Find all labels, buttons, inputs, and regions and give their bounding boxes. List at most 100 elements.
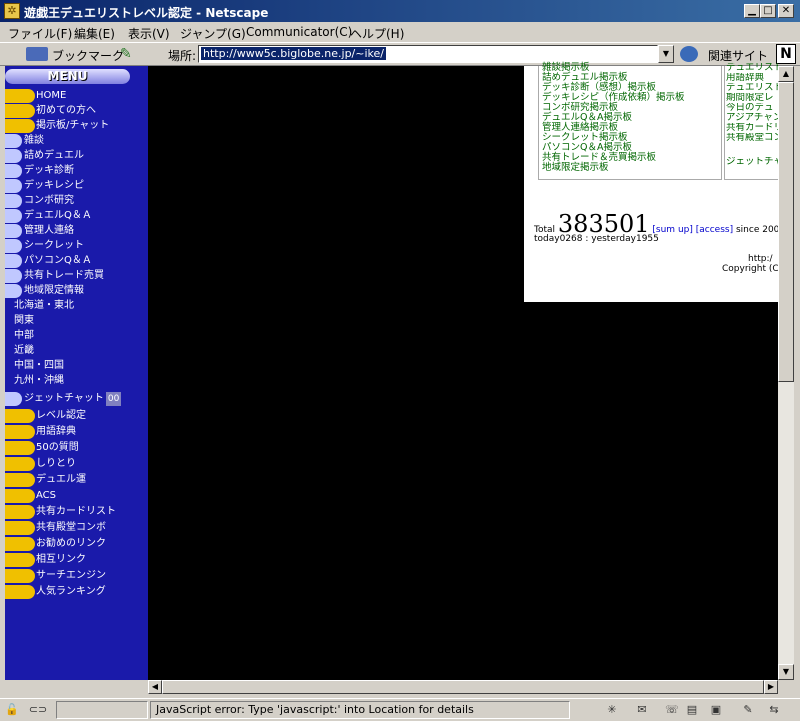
sidebar-item[interactable]: 人気ランキング	[36, 585, 106, 599]
right-link[interactable]: デュエリスト	[726, 83, 778, 93]
right-link[interactable]: ジェットチャッ	[726, 157, 778, 167]
mail-icon[interactable]: ✉	[634, 703, 650, 717]
menu-tab-sub-icon	[5, 224, 22, 238]
sidebar-item[interactable]: 近畿	[14, 344, 34, 358]
status-message: JavaScript error: Type 'javascript:' int…	[156, 703, 474, 716]
sidebar-item[interactable]: 相互リンク	[36, 553, 86, 567]
sidebar-item[interactable]: 共有殿堂コンボ	[36, 521, 106, 535]
menu-go[interactable]: ジャンプ(G)	[180, 25, 246, 42]
scroll-left-button[interactable]: ◀	[148, 680, 162, 694]
sidebar-item[interactable]: 中部	[14, 329, 34, 343]
sidebar-item[interactable]: シークレット	[24, 239, 84, 253]
sidebar-item[interactable]: 管理人連絡	[24, 224, 74, 238]
sidebar-item[interactable]: 中国・四国	[14, 359, 64, 373]
menu-edit[interactable]: 編集(E)	[74, 25, 115, 42]
sidebar-item[interactable]: 地域限定情報	[24, 284, 84, 298]
scroll-up-button[interactable]: ▲	[778, 66, 794, 82]
sidebar-item[interactable]: デュエルQ＆Ａ	[24, 209, 92, 223]
security-lock-icon[interactable]: 🔓	[4, 703, 20, 717]
page-proxy-icon[interactable]: ✎	[120, 46, 134, 62]
sidebar-item[interactable]: 雑談	[24, 134, 44, 148]
bookmarks-button[interactable]: ブックマーク	[52, 47, 124, 64]
sidebar-item[interactable]: レベル認定	[36, 409, 86, 423]
location-dropdown-button[interactable]: ▼	[658, 45, 674, 63]
menu-tab-main-icon	[5, 553, 35, 567]
menu-tab-main-icon	[5, 585, 35, 599]
sidebar-item[interactable]: 共有カードリスト	[36, 505, 116, 519]
menu-tab-sub-icon	[5, 179, 22, 193]
maximize-button[interactable]: □	[760, 4, 776, 18]
title-bar: ✲ 遊戯王デュエリストレベル認定 - Netscape ▁ □ ✕	[0, 0, 800, 22]
sidebar-item[interactable]: 初めての方へ	[36, 104, 96, 118]
right-link[interactable]: 共有カードリ	[726, 123, 778, 133]
minimize-button[interactable]: ▁	[744, 4, 760, 18]
navigator-icon[interactable]: ✳	[604, 703, 620, 717]
scroll-right-button[interactable]: ▶	[764, 680, 778, 694]
vertical-scrollbar[interactable]: ▲ ▼	[778, 66, 794, 680]
netscape-logo[interactable]: N	[776, 44, 796, 64]
sidebar-item[interactable]: 掲示板/チャット	[36, 119, 109, 133]
offline-icon[interactable]: ⇆	[766, 703, 782, 717]
today-yesterday-count: today0268 : yesterday1955	[534, 234, 659, 244]
menu-tab-sub-icon	[5, 392, 22, 406]
sidebar-item[interactable]: デッキ診断	[24, 164, 74, 178]
menu-header: MENU	[5, 69, 130, 84]
sidebar-item-jet-chat[interactable]: ジェットチャット 00	[24, 392, 122, 406]
menu-view[interactable]: 表示(V)	[128, 25, 170, 42]
sidebar-item[interactable]: 詰めデュエル	[24, 149, 84, 163]
scroll-down-button[interactable]: ▼	[778, 664, 794, 680]
menu-tab-main-icon	[5, 521, 35, 535]
menu-tab-main-icon	[5, 119, 35, 133]
sidebar-item[interactable]: コンボ研究	[24, 194, 74, 208]
location-label: 場所:	[168, 49, 197, 63]
right-link[interactable]: 用語辞典	[726, 73, 778, 83]
location-input[interactable]: http://www5c.biglobe.ne.jp/~ike/	[198, 45, 658, 63]
address-book-icon[interactable]: ▤	[684, 703, 700, 717]
sidebar-item[interactable]: パソコンQ＆Ａ	[24, 254, 92, 268]
sidebar-item[interactable]: HOME	[36, 89, 66, 103]
jet-chat-label: ジェットチャット	[24, 393, 104, 404]
newsgroups-icon[interactable]: ☏	[664, 703, 680, 717]
menu-tab-main-icon	[5, 104, 35, 118]
menu-tab-main-icon	[5, 409, 35, 423]
sidebar-item[interactable]: デッキレシピ	[24, 179, 84, 193]
edit-icon[interactable]: ✎	[740, 703, 756, 717]
sidebar-item[interactable]: 共有トレード売買	[24, 269, 104, 283]
close-button[interactable]: ✕	[778, 4, 794, 18]
sidebar-item[interactable]: 50の質問	[36, 441, 79, 455]
menu-file[interactable]: ファイル(F)	[8, 25, 72, 42]
menu-tab-sub-icon	[5, 194, 22, 208]
sidebar-item[interactable]: お勧めのリンク	[36, 537, 106, 551]
menu-help[interactable]: ヘルプ(H)	[350, 25, 404, 42]
vertical-scroll-thumb[interactable]	[778, 82, 794, 382]
menu-tab-main-icon	[5, 441, 35, 455]
menu-tab-sub-icon	[5, 284, 22, 298]
right-link[interactable]: 今日のデュ	[726, 103, 778, 113]
board-link[interactable]: 地域限定掲示板	[542, 163, 609, 173]
menu-tab-sub-icon	[5, 239, 22, 253]
sidebar-item[interactable]: サーチエンジン	[36, 569, 106, 583]
menu-communicator[interactable]: Communicator(C)	[246, 25, 352, 39]
right-link[interactable]: 期間限定レ	[726, 93, 778, 103]
footer-url[interactable]: http:/	[748, 254, 773, 264]
bookmark-icon[interactable]	[26, 47, 48, 61]
window-title: 遊戯王デュエリストレベル認定 - Netscape	[24, 6, 269, 20]
sidebar-item[interactable]: デュエル運	[36, 473, 86, 487]
netscape-app-icon[interactable]: ✲	[4, 3, 20, 19]
sidebar-item[interactable]: 用語辞典	[36, 425, 76, 439]
sidebar-item[interactable]: 北海道・東北	[14, 299, 74, 313]
sidebar-item[interactable]: 九州・沖縄	[14, 374, 64, 388]
sidebar-item[interactable]: しりとり	[36, 457, 76, 471]
horizontal-scrollbar[interactable]: ◀ ▶	[148, 680, 778, 694]
access-link[interactable]: [access]	[696, 225, 733, 235]
horizontal-scroll-thumb[interactable]	[162, 680, 764, 694]
right-link[interactable]: 共有殿堂コン	[726, 133, 778, 143]
sidebar-item[interactable]: ACS	[36, 489, 56, 503]
related-sites-icon[interactable]	[680, 46, 698, 62]
related-sites-button[interactable]: 関連サイト	[708, 47, 768, 64]
right-link[interactable]: アジアチャン	[726, 113, 778, 123]
menu-tab-main-icon	[5, 489, 35, 503]
sidebar-item[interactable]: 関東	[14, 314, 34, 328]
right-link[interactable]: デュエリスト	[726, 63, 778, 73]
composer-icon[interactable]: ▣	[708, 703, 724, 717]
